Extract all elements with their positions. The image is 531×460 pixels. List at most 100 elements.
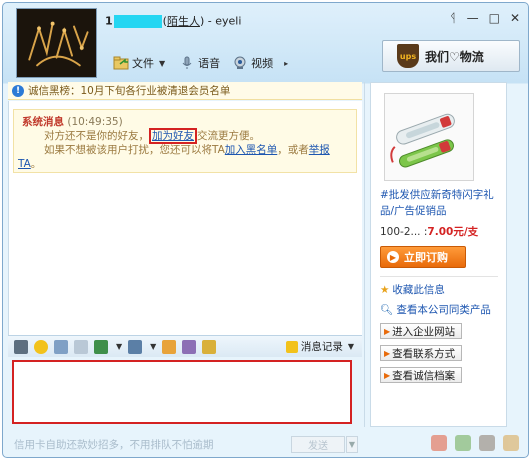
view-contact-button[interactable]: ▶ 查看联系方式 [380, 345, 463, 361]
view-credit-button[interactable]: ▶ 查看诚信档案 [380, 367, 463, 383]
view-contact-label: 查看联系方式 [392, 347, 456, 360]
history-icon [285, 340, 298, 353]
system-message-line3: TA。 [18, 156, 41, 171]
file-button[interactable]: 文件 ▼ [113, 55, 165, 71]
triangle-icon: ▶ [384, 370, 391, 380]
enter-website-label: 进入企业网站 [392, 325, 456, 338]
search-icon: 🔍︎ [380, 304, 394, 316]
info-icon: ! [12, 84, 24, 97]
product-title-link[interactable]: #批发供应新奇特闪字礼品/广告促销品 [380, 187, 502, 219]
font-icon[interactable] [14, 339, 28, 354]
credit-card-ad-link[interactable]: 信用卡自助还款妙招多，不用排队不怕逾期 [14, 437, 214, 452]
video-label: 视频 [251, 57, 274, 70]
order-now-button[interactable]: ▶ 立即订购 [380, 246, 466, 268]
stranger-tag[interactable]: 陌生人 [167, 15, 200, 28]
close-icon[interactable]: ✕ [510, 11, 520, 25]
product-price: 100-2... :7.00元/支 [380, 224, 478, 239]
gift-icon[interactable] [162, 339, 177, 354]
star-icon: ★ [380, 283, 390, 296]
not-friend-text: 对方还不是你的好友， [44, 130, 149, 142]
system-message-header: 系统消息 (10:49:35) [22, 114, 123, 129]
picture-icon[interactable] [94, 339, 108, 354]
voice-button[interactable]: 语音 [179, 55, 220, 71]
history-dropdown-icon[interactable]: ▼ [348, 342, 354, 351]
send-button[interactable]: 发送 [291, 436, 345, 453]
contact-id: 1 [105, 14, 113, 28]
shake-icon[interactable] [54, 339, 68, 354]
system-message-line1: 对方还不是你的好友， 加为好友 交流更方便。 [44, 128, 260, 144]
notice-bar[interactable]: ! 诚信黑榜：10月下旬各行业被清退会员名单 [8, 82, 362, 100]
bottom-bar: 信用卡自助还款妙招多，不用排队不怕逾期 发送 ▼ [8, 433, 525, 455]
message-history-label: 消息记录 [300, 341, 343, 353]
avatar-image [17, 9, 96, 77]
view-similar-link[interactable]: 🔍︎ 查看本公司同类产品 [380, 302, 491, 317]
emoticon-icon[interactable] [34, 339, 48, 354]
tray-icons [431, 435, 519, 451]
ali-icon[interactable] [431, 435, 447, 451]
send-options-icon[interactable]: ▼ [346, 436, 358, 453]
video-button[interactable]: 视频 ▸ [232, 55, 288, 71]
easier-chat-text: 交流更方便。 [197, 130, 260, 142]
minimize-icon[interactable]: — [467, 11, 479, 25]
message-input[interactable] [12, 360, 352, 424]
note-icon[interactable] [182, 339, 197, 354]
voice-message-icon[interactable] [74, 339, 88, 354]
ups-ad-button[interactable]: ups 我们♡物流 [382, 40, 520, 72]
folder-icon [113, 56, 129, 70]
order-now-label: 立即订购 [404, 251, 448, 264]
system-message: 系统消息 (10:49:35) 对方还不是你的好友， 加为好友 交流更方便。 如果不… [13, 109, 357, 173]
format-toolbar: ▼ ▼ 消息记录 ▼ [8, 335, 362, 357]
block-hint-text: 如果不想被该用户打扰，您还可以将TA [44, 144, 225, 156]
contact-name: - eyeli [204, 14, 242, 28]
screenshot-icon[interactable] [128, 339, 143, 354]
ups-logo-icon: ups [397, 44, 419, 68]
picture-dropdown-icon[interactable]: ▼ [116, 342, 122, 351]
product-panel: #批发供应新奇特闪字礼品/广告促销品 100-2... :7.00元/支 ▶ 立… [370, 82, 507, 427]
triangle-icon: ▶ [384, 326, 391, 336]
file-transfer-icon[interactable] [455, 435, 471, 451]
product-picture [385, 94, 473, 180]
window-controls: ᛩ — □ ✕ [449, 11, 520, 25]
favorite-link[interactable]: ★ 收藏此信息 [380, 282, 445, 297]
view-credit-label: 查看诚信档案 [392, 369, 456, 382]
music-icon[interactable] [202, 339, 217, 354]
favorite-label: 收藏此信息 [392, 284, 445, 296]
file-label: 文件 [132, 57, 154, 70]
report-link[interactable]: 举报 [309, 144, 330, 156]
settings-icon[interactable] [503, 435, 519, 451]
ups-ad-label: 我们♡物流 [425, 49, 484, 64]
chat-toolbar: 文件 ▼ 语音 视频 ▸ [113, 55, 288, 71]
arrow-right-icon: ▶ [387, 251, 399, 263]
screenshot-dropdown-icon[interactable]: ▼ [150, 342, 156, 351]
chat-history[interactable]: 系统消息 (10:49:35) 对方还不是你的好友， 加为好友 交流更方便。 如果不… [8, 101, 362, 335]
voice-label: 语音 [198, 57, 221, 70]
file-dropdown-icon[interactable]: ▼ [159, 59, 165, 68]
price-range: 100-2... : [380, 226, 428, 238]
or-text: ，或者 [277, 144, 309, 156]
price-value: 7.00元/支 [427, 226, 479, 238]
more-arrow-icon[interactable]: ▸ [284, 59, 288, 68]
report-ta-link[interactable]: TA [18, 158, 31, 170]
chat-window: 1 (陌生人) - eyeli ᛩ — □ ✕ 文件 ▼ 语音 视频 ▸ ups… [2, 2, 529, 458]
cabinet-icon[interactable] [479, 435, 495, 451]
panel-divider [364, 82, 365, 427]
redacted-id [113, 14, 162, 28]
notice-text[interactable]: 诚信黑榜：10月下旬各行业被清退会员名单 [28, 83, 230, 98]
triangle-icon: ▶ [384, 348, 391, 358]
window-title: 1 (陌生人) - eyeli [105, 13, 241, 31]
view-similar-label: 查看本公司同类产品 [396, 304, 491, 316]
webcam-icon [234, 56, 246, 69]
microphone-icon [182, 56, 192, 69]
system-message-time: (10:49:35) [67, 116, 123, 128]
system-message-line2: 如果不想被该用户打扰，您还可以将TA加入黑名单，或者举报 [44, 142, 330, 157]
enter-website-button[interactable]: ▶ 进入企业网站 [380, 323, 463, 339]
system-message-title: 系统消息 [22, 116, 64, 128]
contact-avatar[interactable] [16, 8, 97, 78]
message-history-button[interactable]: 消息记录 ▼ [285, 339, 354, 354]
product-image[interactable] [384, 93, 474, 181]
maximize-icon[interactable]: □ [489, 11, 500, 25]
period-text: 。 [30, 158, 42, 170]
add-blacklist-link[interactable]: 加入黑名单 [225, 144, 278, 156]
panel-separator [380, 276, 498, 277]
pin-icon[interactable]: ᛩ [449, 11, 456, 25]
